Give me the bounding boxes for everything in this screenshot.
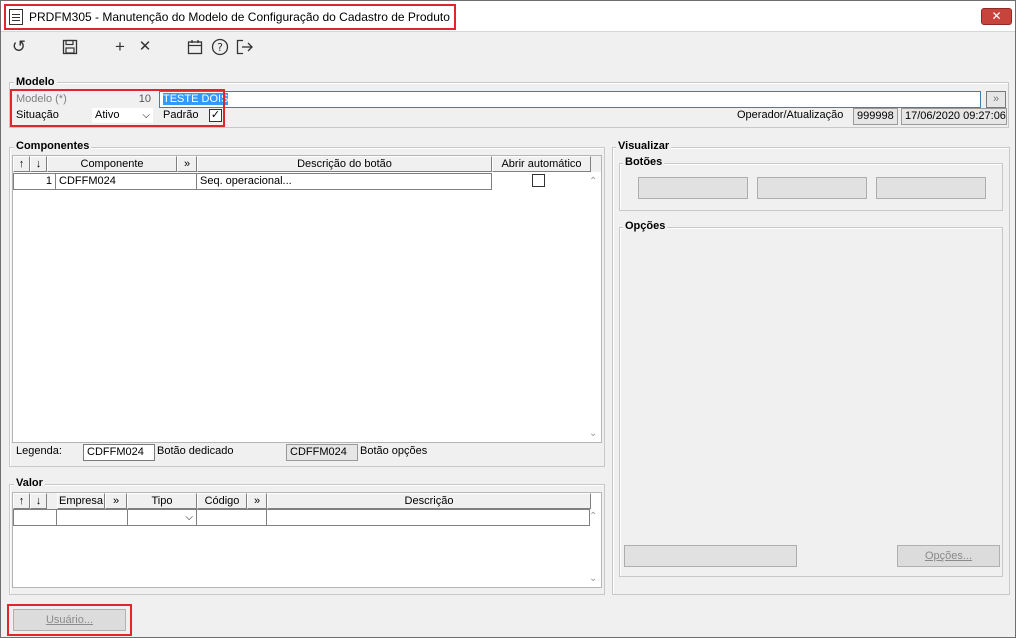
row-codigo[interactable]: [196, 509, 267, 526]
chevron-down-icon: ⌵: [185, 512, 193, 523]
calendar-icon[interactable]: [185, 37, 205, 57]
row-empresa[interactable]: [56, 509, 128, 526]
preview-button-1[interactable]: [638, 177, 748, 199]
botao-dedicado-label: Botão dedicado: [157, 445, 234, 457]
col-codigo[interactable]: Código: [197, 493, 247, 509]
preview-button-3[interactable]: [876, 177, 986, 199]
valor-grid: ↑ ↓ Empresa » Tipo Código » Descrição ⌵ …: [12, 492, 602, 588]
col-more-codigo[interactable]: »: [247, 493, 267, 509]
col-more[interactable]: »: [177, 156, 197, 172]
row-abrir-checkbox[interactable]: [532, 174, 545, 187]
opcoes-group: [619, 227, 1003, 577]
close-button[interactable]: ✕: [981, 8, 1012, 25]
window-title: PRDFM305 - Manutenção do Modelo de Confi…: [29, 10, 450, 24]
modelo-group-label: Modelo: [14, 76, 57, 88]
sort-down-icon[interactable]: ↓: [30, 493, 47, 509]
operador-field: 999998: [853, 108, 898, 125]
title-bar: PRDFM305 - Manutenção do Modelo de Confi…: [1, 1, 1015, 32]
toolbar: ↺ + ✕ ?: [1, 32, 1015, 66]
col-descricao[interactable]: Descrição do botão: [197, 156, 492, 172]
scroll-up-icon[interactable]: ⌃: [589, 511, 597, 522]
main-window: PRDFM305 - Manutenção do Modelo de Confi…: [0, 0, 1016, 638]
usuario-highlight-box: [7, 604, 132, 636]
col-more-empresa[interactable]: »: [105, 493, 127, 509]
scroll-down-icon[interactable]: ⌄: [589, 573, 597, 584]
save-icon[interactable]: [60, 37, 80, 57]
sort-up-icon[interactable]: ↑: [13, 493, 30, 509]
col-empresa[interactable]: Empresa: [57, 493, 105, 509]
document-icon: [9, 9, 23, 25]
row-number: 1: [13, 173, 56, 190]
lookup-button[interactable]: »: [986, 91, 1006, 108]
col-descricao[interactable]: Descrição: [267, 493, 591, 509]
row-tipo-select[interactable]: ⌵: [127, 509, 197, 526]
col-tipo[interactable]: Tipo: [127, 493, 197, 509]
cancel-icon[interactable]: ✕: [135, 37, 155, 57]
atualizacao-field: 17/06/2020 09:27:06: [901, 108, 1007, 125]
componentes-grid: ↑ ↓ Componente » Descrição do botão Abri…: [12, 155, 602, 443]
legenda-dedicado-field[interactable]: CDFFM024: [83, 444, 155, 461]
opcoes-group-label: Opções: [623, 220, 668, 232]
legenda-opcoes-field: CDFFM024: [286, 444, 358, 461]
botao-opcoes-label: Botão opções: [360, 445, 428, 457]
componentes-header: ↑ ↓ Componente » Descrição do botão Abri…: [13, 156, 601, 172]
undo-icon[interactable]: ↺: [9, 37, 29, 57]
row-descricao[interactable]: Seq. operacional...: [196, 173, 492, 190]
scroll-down-icon[interactable]: ⌄: [589, 428, 597, 439]
modelo-highlight-box: [10, 89, 225, 127]
sort-down-icon[interactable]: ↓: [30, 156, 47, 172]
valor-header: ↑ ↓ Empresa » Tipo Código » Descrição: [13, 493, 591, 509]
legenda-label: Legenda:: [16, 445, 62, 457]
valor-group-label: Valor: [14, 477, 45, 489]
col-abrir-automatico[interactable]: Abrir automático: [492, 156, 591, 172]
preview-button-2[interactable]: [757, 177, 867, 199]
exit-icon[interactable]: [235, 37, 255, 57]
sort-up-icon[interactable]: ↑: [13, 156, 30, 172]
scroll-up-icon[interactable]: ⌃: [589, 176, 597, 187]
opcoes-preview-field: [624, 545, 797, 567]
botoes-group-label: Botões: [623, 156, 665, 168]
modelo-description-field[interactable]: TESTE DOIS: [159, 91, 981, 108]
visualizar-group-label: Visualizar: [616, 140, 672, 152]
row-componente[interactable]: CDFFM024: [55, 173, 197, 190]
help-icon[interactable]: ?: [210, 37, 230, 57]
row-number: [13, 509, 57, 526]
col-componente[interactable]: Componente: [47, 156, 177, 172]
add-icon[interactable]: +: [110, 37, 130, 57]
row-descricao[interactable]: [266, 509, 590, 526]
opcoes-button[interactable]: Opções...: [897, 545, 1000, 567]
componentes-group-label: Componentes: [14, 140, 92, 152]
svg-text:?: ?: [217, 41, 223, 54]
operador-label: Operador/Atualização: [737, 109, 844, 121]
